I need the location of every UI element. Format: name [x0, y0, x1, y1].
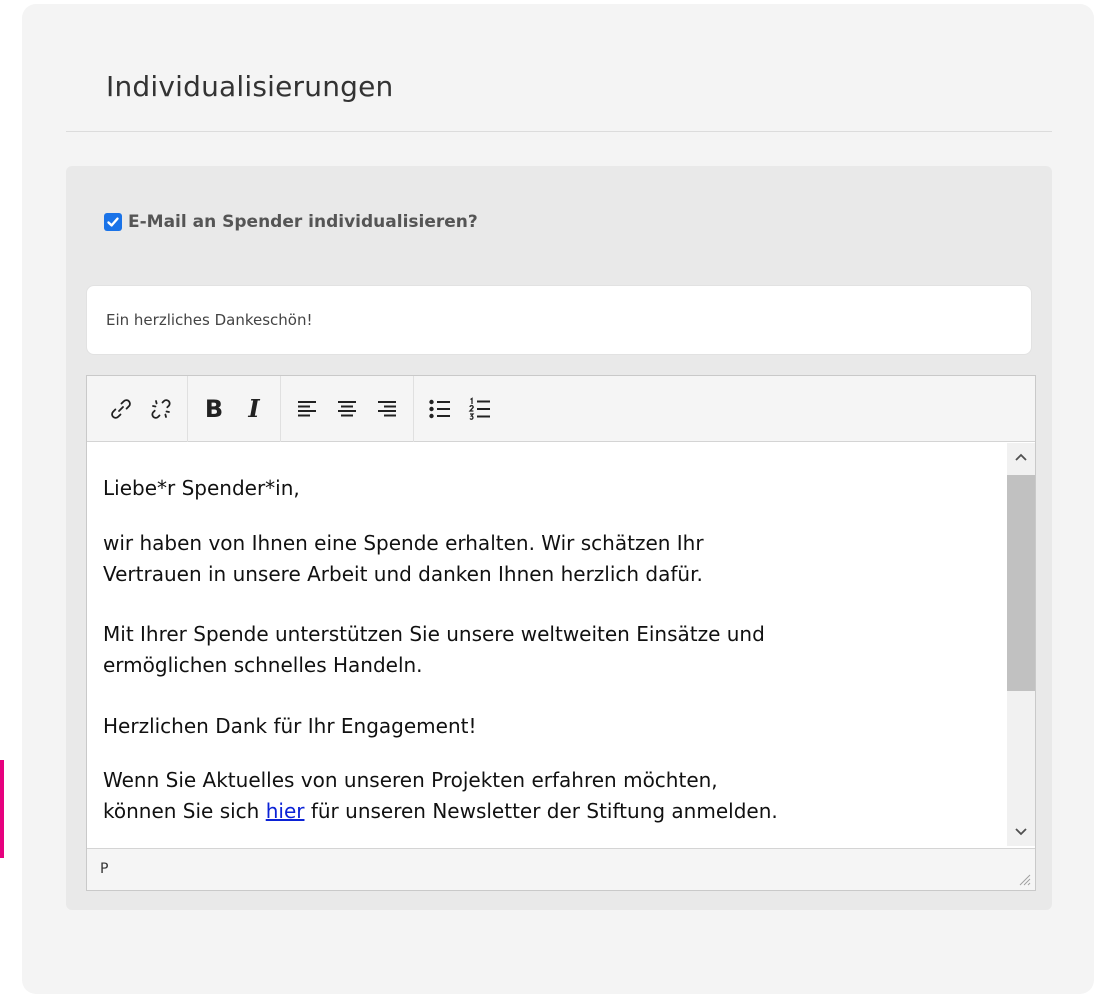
align-right-button[interactable] — [370, 392, 404, 426]
align-center-icon — [338, 400, 356, 416]
chevron-down-icon — [1015, 828, 1027, 836]
newsletter-line-1: Wenn Sie Aktuelles von unseren Projekten… — [103, 768, 718, 792]
element-path[interactable]: P — [100, 861, 108, 877]
editor-statusbar: P — [87, 848, 1035, 890]
newsletter-link[interactable]: hier — [266, 799, 305, 823]
support-paragraph: Mit Ihrer Spende unterstützen Sie unsere… — [103, 619, 983, 681]
scrollbar-thumb[interactable] — [1007, 475, 1035, 691]
remove-link-button[interactable] — [144, 392, 178, 426]
title-divider — [66, 131, 1052, 132]
align-left-button[interactable] — [290, 392, 324, 426]
editor-toolbar: B I — [87, 375, 1035, 442]
link-icon — [111, 398, 131, 419]
thanks-line-2: Vertrauen in unsere Arbeit und danken Ih… — [103, 562, 703, 586]
resize-handle-icon[interactable] — [1017, 872, 1031, 886]
greeting-paragraph: Liebe*r Spender*in, — [103, 476, 300, 500]
thanks-paragraph: wir haben von Ihnen eine Spende erhalten… — [103, 528, 983, 590]
editor-scrollbar[interactable] — [1007, 443, 1035, 846]
chevron-up-icon — [1015, 453, 1027, 461]
numbered-list-button[interactable] — [463, 392, 497, 426]
rich-text-editor: B I Liebe*r Spender*in, wir haben von Ih… — [86, 375, 1036, 891]
customize-email-label[interactable]: E-Mail an Spender individualisieren? — [128, 212, 478, 232]
checkmark-icon — [107, 217, 119, 227]
toolbar-group-lists — [414, 376, 506, 442]
bullet-list-icon — [429, 399, 450, 418]
customize-email-option[interactable]: E-Mail an Spender individualisieren? — [104, 211, 478, 233]
card-title: Individualisierungen — [106, 70, 394, 103]
closing-paragraph: Herzlichen Dank für Ihr Engagement! — [103, 714, 477, 738]
scroll-down-button[interactable] — [1007, 820, 1035, 844]
left-accent-bar — [0, 760, 4, 858]
bold-button[interactable]: B — [197, 392, 231, 426]
toolbar-group-links — [95, 375, 188, 442]
email-subject-input[interactable] — [86, 285, 1032, 355]
italic-button[interactable]: I — [237, 392, 271, 426]
newsletter-post-text: für unseren Newsletter der Stiftung anme… — [304, 799, 778, 823]
newsletter-paragraph: Wenn Sie Aktuelles von unseren Projekten… — [103, 765, 983, 827]
thanks-line-1: wir haben von Ihnen eine Spende erhalten… — [103, 531, 704, 555]
customize-email-checkbox[interactable] — [104, 213, 122, 231]
align-center-button[interactable] — [330, 392, 364, 426]
align-right-icon — [378, 400, 396, 416]
numbered-list-icon — [468, 396, 490, 420]
scroll-up-button[interactable] — [1007, 445, 1035, 469]
support-line-1: Mit Ihrer Spende unterstützen Sie unsere… — [103, 622, 765, 646]
toolbar-group-align — [281, 375, 414, 442]
align-left-icon — [298, 400, 316, 416]
toolbar-group-format: B I — [188, 375, 281, 442]
newsletter-pre-text: können Sie sich — [103, 799, 266, 823]
bullet-list-button[interactable] — [423, 392, 457, 426]
unlink-icon — [151, 398, 171, 419]
editor-content[interactable]: Liebe*r Spender*in, wir haben von Ihnen … — [87, 443, 1005, 846]
italic-label: I — [248, 394, 260, 423]
newsletter-line-2: können Sie sich hier für unseren Newslet… — [103, 796, 983, 827]
insert-link-button[interactable] — [104, 392, 138, 426]
support-line-2: ermöglichen schnelles Handeln. — [103, 653, 423, 677]
bold-label: B — [204, 394, 224, 423]
